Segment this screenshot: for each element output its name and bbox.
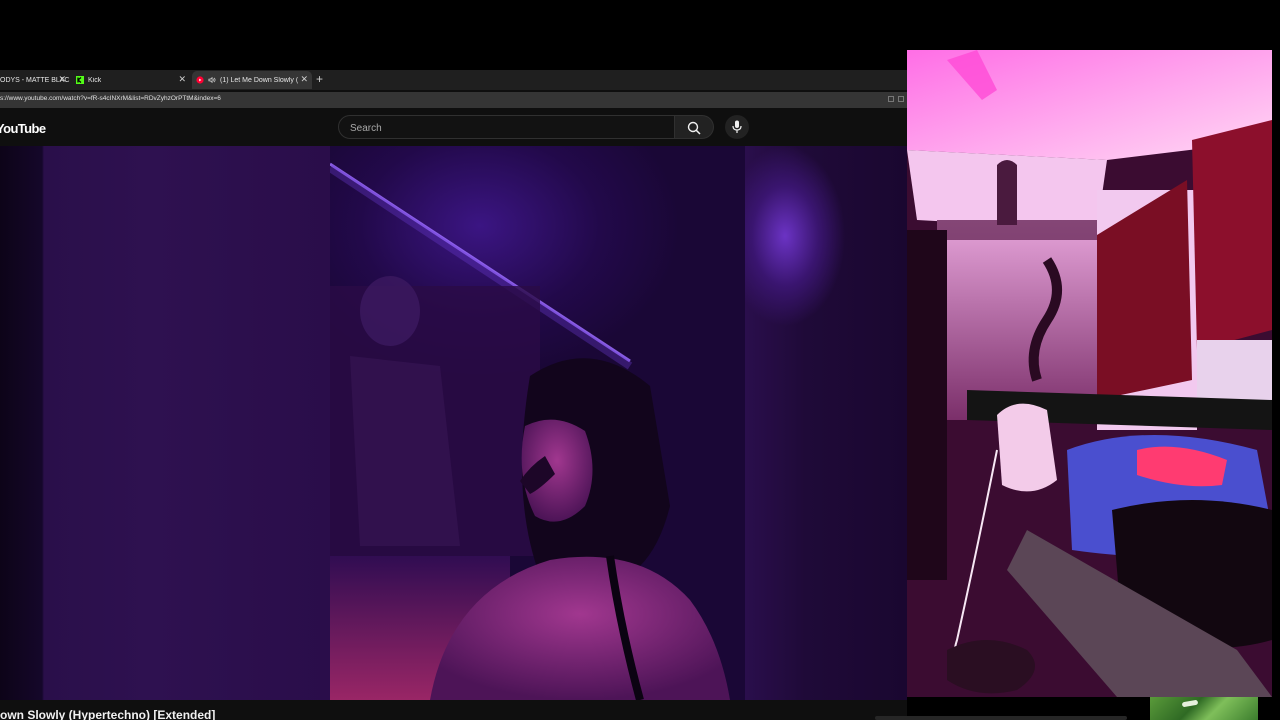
kick-icon: [76, 76, 84, 84]
speaker-icon[interactable]: [208, 76, 216, 84]
search-input[interactable]: [348, 120, 652, 136]
voice-search-button[interactable]: [725, 115, 749, 139]
video-player[interactable]: [0, 146, 907, 700]
close-icon[interactable]: ✕: [300, 74, 308, 85]
tab-bar: ODYS - MATTE BLACK ✕ Kick ✕ (1) Let Me D…: [0, 70, 907, 90]
tab-kick[interactable]: Kick ✕: [76, 71, 190, 89]
plus-icon[interactable]: +: [316, 72, 323, 86]
close-icon[interactable]: ✕: [178, 74, 186, 85]
tab-label: Kick: [88, 76, 102, 84]
tab-youtube-active[interactable]: (1) Let Me Down Slowly (Hyp ✕: [192, 71, 312, 89]
reader-icon[interactable]: [888, 96, 894, 102]
search-button[interactable]: [675, 115, 714, 139]
close-icon[interactable]: ✕: [58, 74, 66, 85]
url-text[interactable]: s://www.youtube.com/watch?v=fR-s4cINXrM&…: [0, 95, 221, 102]
ambient-blur-left: [0, 146, 330, 700]
tab-matte-black[interactable]: ODYS - MATTE BLACK ✕: [0, 71, 70, 89]
browser-window: ODYS - MATTE BLACK ✕ Kick ✕ (1) Let Me D…: [0, 70, 907, 720]
address-bar-actions: [888, 96, 904, 104]
address-bar[interactable]: s://www.youtube.com/watch?v=fR-s4cINXrM&…: [0, 92, 907, 108]
search-box[interactable]: [338, 115, 675, 139]
youtube-header: YouTube: [0, 108, 907, 146]
thumbnail-preview[interactable]: [1150, 697, 1258, 720]
extension-icon[interactable]: [898, 96, 904, 102]
video-info: own Slowly (Hypertechno) [Extended]: [0, 700, 907, 720]
webcam-image: [907, 50, 1272, 697]
youtube-favicon: [196, 76, 204, 84]
thumbnail-detail: [1181, 699, 1199, 708]
search-icon: [687, 121, 701, 135]
video-title: own Slowly (Hypertechno) [Extended]: [0, 708, 216, 720]
webcam-overlay: [907, 50, 1272, 697]
ambient-blur-right: [745, 146, 907, 700]
video-frame[interactable]: [330, 146, 745, 700]
microphone-icon: [732, 120, 742, 133]
tab-label: (1) Let Me Down Slowly (Hyp: [220, 76, 298, 84]
youtube-logo[interactable]: YouTube: [0, 121, 46, 136]
scroll-indicator: [875, 716, 1127, 720]
video-image: [330, 162, 730, 700]
